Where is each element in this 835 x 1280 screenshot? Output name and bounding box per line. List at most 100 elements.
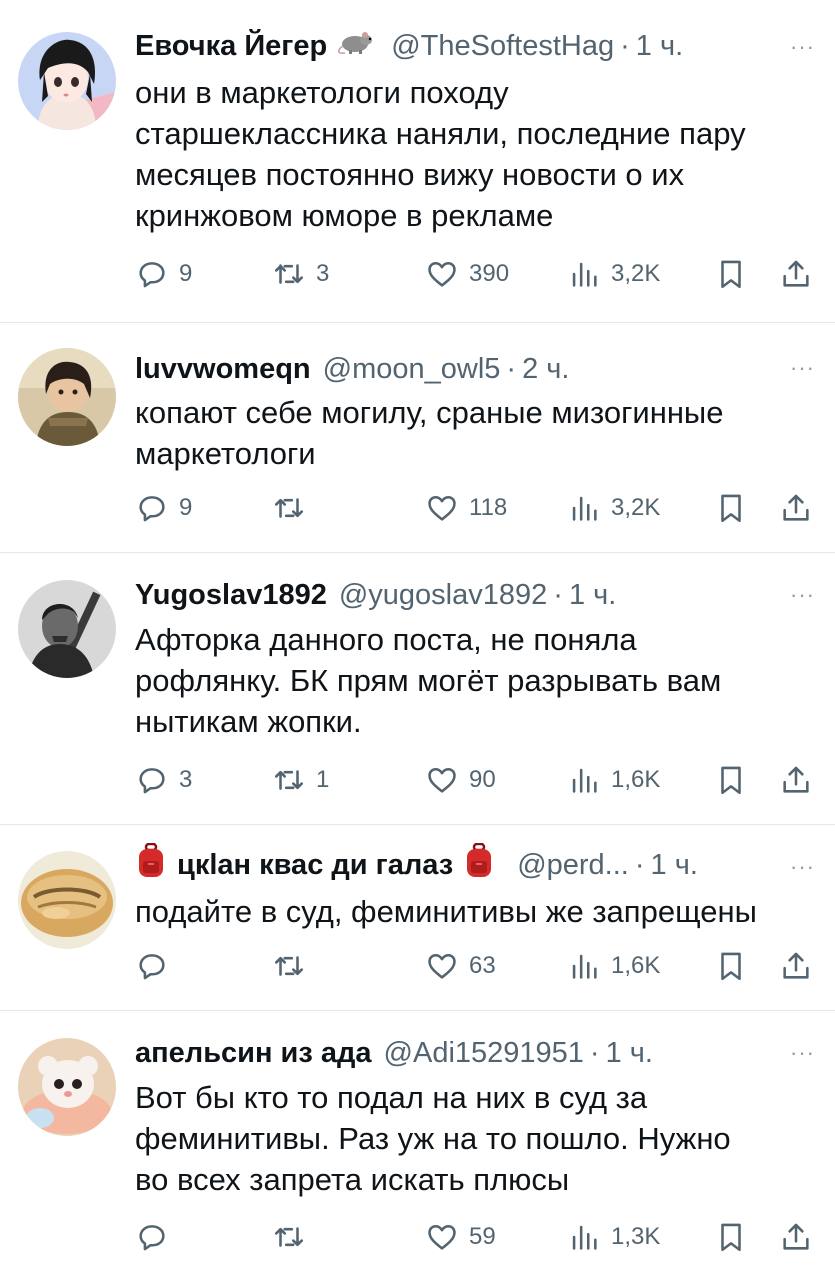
more-options-icon[interactable]: ··· <box>790 1040 815 1066</box>
reply-button[interactable] <box>135 1217 179 1257</box>
like-count: 118 <box>469 494 508 521</box>
avatar[interactable] <box>18 1038 116 1136</box>
handle[interactable]: @perd... <box>517 849 629 882</box>
separator-dot: · <box>589 1036 600 1069</box>
timestamp[interactable]: 1 ч. <box>606 1037 653 1070</box>
views-button[interactable]: 1,6K <box>567 760 660 800</box>
share-icon <box>783 494 809 521</box>
tweet-header: Евочка Йегер @TheSoftestHag · 1 ч. <box>135 26 815 66</box>
like-icon <box>428 1224 456 1250</box>
views-icon <box>572 1225 597 1250</box>
share-button[interactable] <box>779 946 813 986</box>
retweet-button[interactable] <box>272 946 316 986</box>
bookmark-button[interactable] <box>714 760 748 800</box>
tweet-header: цкlан квас ди галаз @perd... · 1 ч. <box>135 842 815 887</box>
tweet[interactable]: Евочка Йегер @TheSoftestHag · 1 ч. ··· о… <box>0 0 835 323</box>
more-options-icon[interactable]: ··· <box>790 854 815 880</box>
reply-button[interactable] <box>135 946 179 986</box>
tweet[interactable]: Yugoslav1892 @yugoslav1892 · 1 ч. ··· Аф… <box>0 553 835 825</box>
handle[interactable]: @yugoslav1892 <box>339 579 547 612</box>
bookmark-button[interactable] <box>714 946 748 986</box>
reply-icon <box>139 262 165 288</box>
reply-button[interactable]: 9 <box>135 488 192 528</box>
like-icon <box>428 261 456 287</box>
separator-dot: · <box>620 29 630 62</box>
bookmark-icon <box>721 766 741 795</box>
retweet-button[interactable] <box>272 1217 316 1257</box>
views-icon <box>572 954 597 979</box>
tweet[interactable]: luvvwomeqn @moon_owl5 · 2 ч. ··· копают … <box>0 323 835 553</box>
reply-count: 9 <box>179 494 193 521</box>
display-name[interactable]: апельсин из ада <box>135 1037 372 1070</box>
retweet-button[interactable]: 3 <box>272 254 329 294</box>
tweet-text: Вот бы кто то подал на них в суд за феми… <box>135 1080 731 1197</box>
avatar[interactable] <box>18 348 116 446</box>
timestamp[interactable]: 1 ч. <box>569 579 616 612</box>
avatar[interactable] <box>18 580 116 678</box>
timestamp[interactable]: 1 ч. <box>651 849 698 882</box>
handle[interactable]: @Adi15291951 <box>384 1037 584 1070</box>
tweet[interactable]: цкlан квас ди галаз @perd... · 1 ч. ··· … <box>0 825 835 1011</box>
like-count: 90 <box>469 766 496 793</box>
reply-count: 9 <box>179 260 193 287</box>
more-options-icon[interactable]: ··· <box>790 582 815 608</box>
backpack-icon <box>135 842 167 887</box>
views-count: 1,3K <box>611 1223 661 1250</box>
display-name[interactable]: Yugoslav1892 <box>135 579 327 612</box>
views-icon <box>572 496 597 521</box>
like-button[interactable]: 63 <box>425 946 496 986</box>
like-button[interactable]: 118 <box>425 488 507 528</box>
share-button[interactable] <box>779 254 813 294</box>
views-button[interactable]: 3,2K <box>567 254 660 294</box>
tweet-header: апельсин из ада @Adi15291951 · 1 ч. <box>135 1033 815 1073</box>
timestamp[interactable]: 1 ч. <box>636 30 683 63</box>
bookmark-button[interactable] <box>714 1217 748 1257</box>
views-button[interactable]: 3,2K <box>567 488 660 528</box>
retweet-icon <box>274 956 304 976</box>
more-options-icon[interactable]: ··· <box>790 34 815 60</box>
views-count: 3,2K <box>611 260 661 287</box>
like-count: 63 <box>469 952 496 979</box>
bookmark-icon <box>721 494 741 523</box>
retweet-button[interactable]: 1 <box>272 760 329 800</box>
like-button[interactable]: 390 <box>425 254 509 294</box>
bookmark-button[interactable] <box>714 254 748 294</box>
like-button[interactable]: 90 <box>425 760 496 800</box>
display-name[interactable]: цкlан квас ди галаз <box>177 849 453 882</box>
share-icon <box>783 1223 809 1250</box>
display-name[interactable]: Евочка Йегер <box>135 30 327 63</box>
tweet-header: Yugoslav1892 @yugoslav1892 · 1 ч. <box>135 575 815 615</box>
views-count: 1,6K <box>611 952 661 979</box>
tweet-actions: 9 3 390 3,2K <box>135 254 817 294</box>
views-count: 3,2K <box>611 494 661 521</box>
timestamp[interactable]: 2 ч. <box>522 353 569 386</box>
views-button[interactable]: 1,6K <box>567 946 660 986</box>
tweet-actions: 9 118 3,2K <box>135 488 817 528</box>
tweet[interactable]: апельсин из ада @Adi15291951 · 1 ч. ··· … <box>0 1011 835 1280</box>
retweet-button[interactable] <box>272 488 316 528</box>
views-button[interactable]: 1,3K <box>567 1217 660 1257</box>
share-button[interactable] <box>779 488 813 528</box>
separator-dot: · <box>553 578 563 611</box>
reply-icon <box>139 768 165 794</box>
share-button[interactable] <box>779 1217 813 1257</box>
reply-button[interactable]: 3 <box>135 760 192 800</box>
handle[interactable]: @TheSoftestHag <box>391 30 614 63</box>
reply-icon <box>139 496 165 522</box>
tweet-actions: 63 1,6K <box>135 946 817 986</box>
like-button[interactable]: 59 <box>425 1217 496 1257</box>
tweet-header: luvvwomeqn @moon_owl5 · 2 ч. <box>135 349 815 389</box>
timeline: Евочка Йегер @TheSoftestHag · 1 ч. ··· о… <box>0 0 835 1280</box>
reply-button[interactable]: 9 <box>135 254 192 294</box>
display-name[interactable]: luvvwomeqn <box>135 353 311 386</box>
share-icon <box>783 260 809 287</box>
share-button[interactable] <box>779 760 813 800</box>
reply-icon <box>139 954 165 980</box>
avatar[interactable] <box>18 851 116 949</box>
more-options-icon[interactable]: ··· <box>790 355 815 381</box>
handle[interactable]: @moon_owl5 <box>323 353 501 386</box>
avatar[interactable] <box>18 32 116 130</box>
bookmark-button[interactable] <box>714 488 748 528</box>
tweet-text: копают себе могилу, сраные мизогинные ма… <box>135 395 724 471</box>
tweet-text: они в маркетологи походу старшеклассника… <box>135 75 746 233</box>
